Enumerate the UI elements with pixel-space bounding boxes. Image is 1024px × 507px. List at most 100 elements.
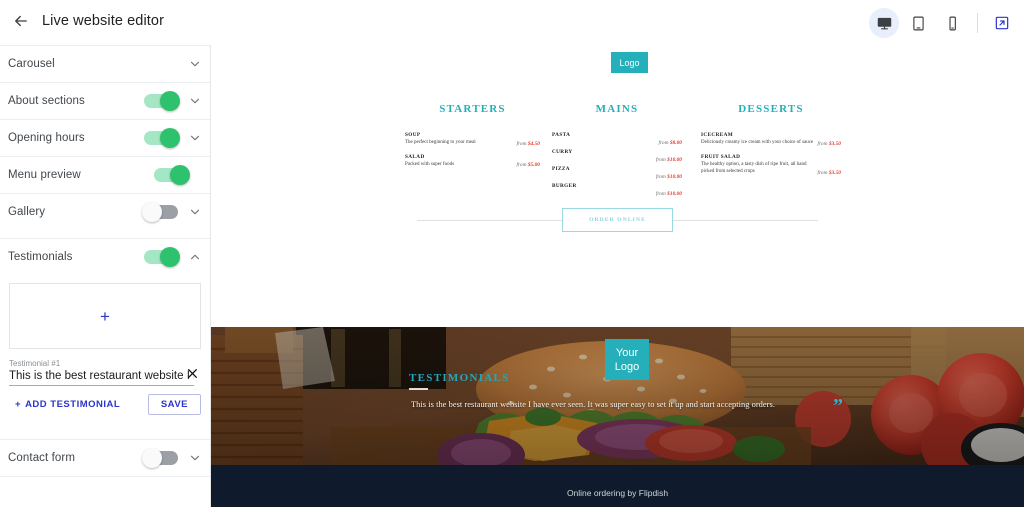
menu-item-price: from $3.50 bbox=[817, 169, 841, 176]
testimonial-editor-panel: + Testimonial #1 + ADD TESTIMONIAL SAVE bbox=[0, 275, 210, 415]
chevron-down-icon[interactable] bbox=[188, 94, 202, 108]
sidebar-item-label: Testimonials bbox=[8, 251, 73, 263]
your-logo-placeholder: Your Logo bbox=[605, 339, 649, 380]
menu-item-name: SOUP bbox=[405, 132, 421, 138]
chevron-down-icon[interactable] bbox=[188, 451, 202, 465]
menu-item-desc: The perfect beginning to your meal bbox=[405, 140, 476, 145]
desktop-icon bbox=[877, 17, 891, 29]
divider-right bbox=[672, 219, 818, 221]
testimonials-toggle[interactable] bbox=[144, 247, 180, 267]
menu-preview-toggle[interactable] bbox=[154, 165, 190, 185]
device-preview-switcher bbox=[869, 8, 1016, 38]
testimonial-quote-text: This is the best restaurant website I ha… bbox=[411, 400, 775, 409]
sidebar-item-testimonials[interactable]: Testimonials bbox=[0, 238, 210, 275]
menu-item: CURRY from $10.00 bbox=[552, 149, 682, 163]
menu-item: ICECREAM Deliciously creamy ice cream wi… bbox=[701, 132, 841, 147]
device-mobile-button[interactable] bbox=[937, 8, 967, 38]
open-in-new-tab-button[interactable] bbox=[988, 9, 1016, 37]
menu-item: SALAD Packed with super foods from $5.00 bbox=[405, 154, 540, 169]
close-icon[interactable] bbox=[186, 367, 199, 380]
menu-item-name: SALAD bbox=[405, 153, 425, 160]
sidebar-item-label: Gallery bbox=[8, 206, 46, 218]
sidebar-item-about-sections[interactable]: About sections bbox=[0, 82, 210, 119]
opening-hours-toggle[interactable] bbox=[144, 128, 180, 148]
heading-underline bbox=[409, 388, 428, 390]
save-button[interactable]: SAVE bbox=[147, 394, 201, 415]
device-tablet-button[interactable] bbox=[903, 8, 933, 38]
editor-sidebar: Carousel About sections Opening hours Me… bbox=[0, 45, 211, 507]
page-title: Live website editor bbox=[42, 13, 164, 29]
menu-item-desc: The healthy option, a tasty dish of ripe… bbox=[701, 161, 807, 175]
testimonial-actions: + ADD TESTIMONIAL SAVE bbox=[9, 394, 201, 415]
menu-column-title: DESSERTS bbox=[738, 103, 804, 115]
menu-item: SOUP The perfect beginning to your meal … bbox=[405, 132, 540, 147]
testimonials-heading: TESTIMONIALS bbox=[409, 372, 510, 384]
menu-item-price: from $10.00 bbox=[655, 191, 682, 197]
mobile-icon bbox=[948, 16, 956, 30]
sidebar-item-label: Contact form bbox=[8, 452, 76, 464]
sidebar-item-label: Opening hours bbox=[8, 132, 85, 144]
menu-item-price: from $10.00 bbox=[655, 157, 682, 163]
toolbar-divider bbox=[977, 13, 978, 33]
contact-form-toggle[interactable] bbox=[142, 448, 178, 468]
about-sections-toggle[interactable] bbox=[144, 91, 180, 111]
menu-item-name: PASTA bbox=[552, 132, 571, 138]
back-arrow-icon[interactable] bbox=[12, 12, 30, 30]
chevron-down-icon[interactable] bbox=[188, 131, 202, 145]
chevron-down-icon[interactable] bbox=[188, 205, 202, 219]
your-logo-line-1: Your bbox=[615, 346, 639, 359]
order-online-button[interactable]: ORDER ONLINE bbox=[562, 208, 673, 232]
add-testimonial-button[interactable]: + ADD TESTIMONIAL bbox=[15, 399, 120, 410]
add-testimonial-label: ADD TESTIMONIAL bbox=[25, 399, 121, 410]
menu-column-mains: MAINS PASTA from $8.00 CURRY from $10.00 bbox=[552, 103, 682, 200]
chevron-up-icon[interactable] bbox=[188, 250, 202, 264]
testimonial-text-input[interactable] bbox=[9, 370, 194, 386]
sidebar-item-label: Carousel bbox=[8, 58, 55, 70]
device-desktop-button[interactable] bbox=[869, 8, 899, 38]
menu-item-name: BURGER bbox=[552, 183, 577, 189]
top-bar-left: Live website editor bbox=[12, 12, 164, 30]
testimonial-field-group: Testimonial #1 bbox=[9, 359, 201, 386]
menu-item-price: from $5.00 bbox=[516, 162, 540, 168]
menu-item-name: PIZZA bbox=[552, 166, 570, 172]
menu-item: BURGER from $10.00 bbox=[552, 183, 682, 197]
menu-item-price: from $8.00 bbox=[658, 140, 682, 146]
gallery-toggle[interactable] bbox=[142, 202, 178, 222]
menu-item-desc: Deliciously creamy ice cream with your c… bbox=[701, 140, 814, 145]
plus-icon: + bbox=[100, 306, 110, 326]
sidebar-item-contact-form[interactable]: Contact form bbox=[0, 439, 210, 476]
testimonial-image-upload[interactable]: + bbox=[9, 283, 201, 349]
menu-item-name: ICECREAM bbox=[701, 132, 734, 138]
tablet-icon bbox=[912, 16, 924, 30]
site-logo-placeholder: Logo bbox=[611, 52, 648, 73]
menu-item: FRUIT SALAD The healthy option, a tasty … bbox=[701, 154, 841, 176]
sidebar-item-label: About sections bbox=[8, 95, 85, 107]
sidebar-bottom-divider bbox=[0, 476, 210, 484]
menu-column-starters: STARTERS SOUP The perfect beginning to y… bbox=[405, 103, 540, 175]
live-website-editor-app: Live website editor Carousel About secti… bbox=[0, 0, 1024, 507]
chevron-down-icon[interactable] bbox=[188, 57, 202, 71]
menu-column-title: STARTERS bbox=[439, 103, 506, 115]
testimonial-field-label: Testimonial #1 bbox=[9, 359, 61, 368]
menu-item-price: from $4.50 bbox=[516, 140, 540, 147]
preview-footer: Online ordering by Flipdish bbox=[211, 465, 1024, 507]
sidebar-item-label: Menu preview bbox=[8, 169, 81, 181]
menu-item: PASTA from $8.00 bbox=[552, 132, 682, 146]
your-logo-line-2: Logo bbox=[614, 360, 640, 373]
sidebar-item-gallery[interactable]: Gallery bbox=[0, 193, 210, 230]
testimonials-hero-section: Your Logo TESTIMONIALS ” This is the bes… bbox=[211, 327, 1024, 465]
sidebar-item-menu-preview[interactable]: Menu preview bbox=[0, 156, 210, 193]
website-preview: Logo STARTERS SOUP The perfect beginning… bbox=[211, 45, 1024, 507]
menu-item-price: from $3.50 bbox=[817, 140, 841, 147]
menu-item-name: CURRY bbox=[552, 149, 573, 155]
sidebar-item-opening-hours[interactable]: Opening hours bbox=[0, 119, 210, 156]
menu-column-title: MAINS bbox=[595, 103, 639, 115]
order-online-row: ORDER ONLINE bbox=[211, 205, 1024, 235]
menu-item: PIZZA from $10.00 bbox=[552, 166, 682, 180]
top-bar: Live website editor bbox=[0, 0, 1024, 45]
external-link-icon bbox=[995, 16, 1009, 30]
sidebar-item-carousel[interactable]: Carousel bbox=[0, 45, 210, 82]
menu-item-price: from $10.00 bbox=[655, 174, 682, 180]
divider-left bbox=[417, 219, 563, 221]
menu-column-desserts: DESSERTS ICECREAM Deliciously creamy ice… bbox=[701, 103, 841, 183]
